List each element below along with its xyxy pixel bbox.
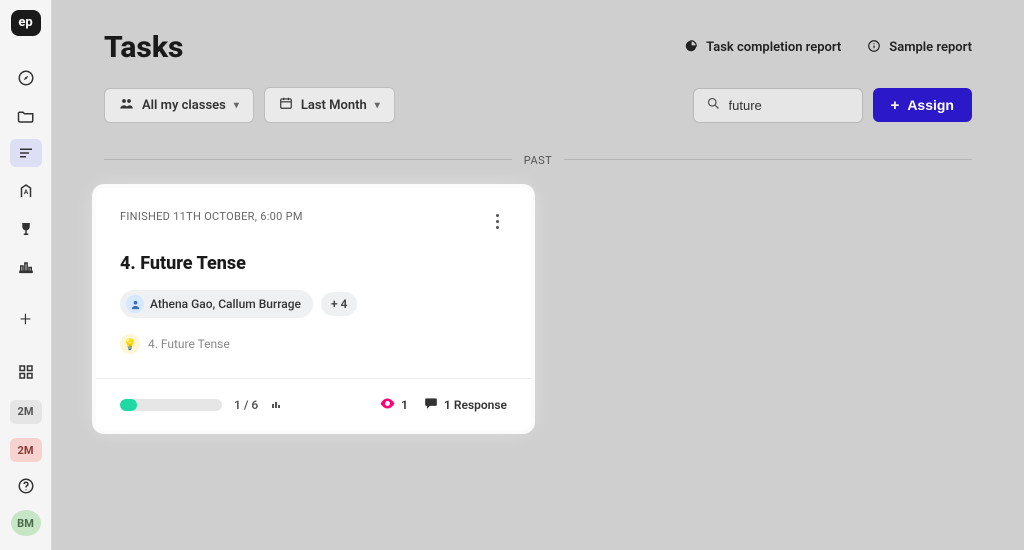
lightbulb-icon: 💡 <box>120 334 140 354</box>
section-divider: PAST <box>104 149 972 168</box>
assign-button[interactable]: + Assign <box>873 88 972 122</box>
page-title: Tasks <box>104 30 183 65</box>
chevron-down-icon: ▾ <box>234 100 239 111</box>
main-content: Tasks Task completion report Sample repo… <box>52 0 1024 550</box>
nav-apps-icon[interactable] <box>10 358 42 386</box>
app-sidebar: ep A + 2M 2M BM <box>0 0 52 550</box>
search-field[interactable] <box>693 88 863 123</box>
nav-tasks-icon[interactable] <box>10 139 42 167</box>
assignee-pill[interactable]: Athena Gao, Callum Burrage <box>120 290 313 318</box>
chevron-down-icon: ▾ <box>375 100 380 111</box>
assignee-overflow-pill[interactable]: + 4 <box>321 292 357 316</box>
classes-filter-dropdown[interactable]: All my classes ▾ <box>104 88 254 123</box>
search-icon <box>706 96 721 115</box>
nav-trophy-icon[interactable] <box>10 215 42 243</box>
plus-icon: + <box>891 98 900 113</box>
nav-folder-icon[interactable] <box>10 102 42 130</box>
progress-label: 1 / 6 <box>234 398 258 412</box>
pie-chart-icon <box>684 39 698 57</box>
views-stat: 1 <box>380 398 408 412</box>
sidebar-badge-1[interactable]: 2M <box>10 400 42 424</box>
nav-help-icon[interactable] <box>10 472 42 500</box>
nav-chart-icon[interactable] <box>10 252 42 280</box>
bar-chart-icon[interactable] <box>270 395 282 414</box>
people-icon <box>119 97 134 114</box>
task-card[interactable]: FINISHED 11TH OCTOBER, 6:00 PM 4. Future… <box>96 188 531 430</box>
app-logo[interactable]: ep <box>11 10 41 36</box>
sample-report-link[interactable]: Sample report <box>867 39 972 57</box>
nav-grade-icon[interactable]: A <box>10 177 42 205</box>
eye-icon <box>380 398 395 412</box>
progress-bar <box>120 399 222 411</box>
info-icon <box>867 39 881 57</box>
period-filter-dropdown[interactable]: Last Month ▾ <box>264 87 395 123</box>
card-topic-text: 4. Future Tense <box>148 337 230 351</box>
svg-text:A: A <box>23 188 28 196</box>
responses-stat: 1 Response <box>424 397 507 412</box>
chat-icon <box>424 397 438 412</box>
divider-label: PAST <box>512 154 564 167</box>
user-avatar[interactable]: BM <box>11 510 41 536</box>
calendar-icon <box>279 96 293 114</box>
sidebar-badge-2[interactable]: 2M <box>10 438 42 462</box>
card-finished-timestamp: FINISHED 11TH OCTOBER, 6:00 PM <box>120 210 303 223</box>
card-title: 4. Future Tense <box>120 253 507 274</box>
progress-fill <box>120 399 137 411</box>
nav-add-icon[interactable]: + <box>10 305 42 333</box>
person-icon <box>126 295 144 313</box>
search-input[interactable] <box>729 98 850 113</box>
card-more-menu[interactable] <box>488 210 507 233</box>
task-completion-report-link[interactable]: Task completion report <box>684 39 841 57</box>
nav-compass-icon[interactable] <box>10 64 42 92</box>
